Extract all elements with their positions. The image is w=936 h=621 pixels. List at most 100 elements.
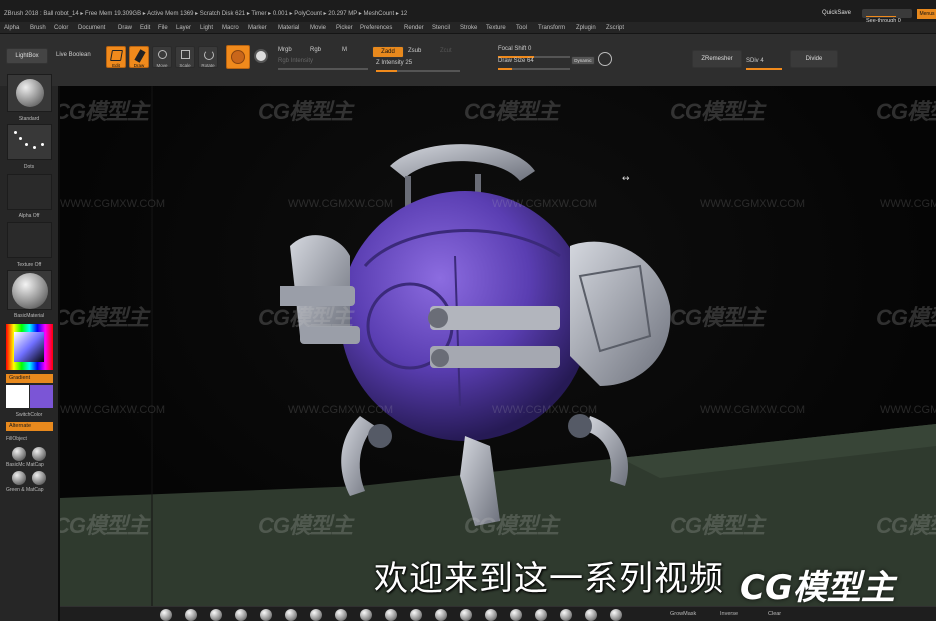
zadd-button[interactable]: Zadd bbox=[372, 46, 404, 58]
alpha-picker[interactable] bbox=[7, 174, 52, 210]
menu-item[interactable]: Macro bbox=[222, 25, 239, 31]
menu-item[interactable]: File bbox=[158, 25, 168, 31]
menu-item[interactable]: Texture bbox=[486, 25, 506, 31]
menu-item[interactable]: Brush bbox=[30, 25, 46, 31]
brush-label: Standard bbox=[18, 116, 40, 122]
matcap-sphere-icon[interactable] bbox=[12, 447, 26, 461]
menu-item[interactable]: Marker bbox=[248, 25, 267, 31]
see-through-slider[interactable]: See-through 0 bbox=[862, 9, 912, 24]
menu-item[interactable]: Light bbox=[200, 25, 213, 31]
matcap-sphere-icon[interactable] bbox=[32, 447, 46, 461]
brush-thumb-icon[interactable] bbox=[610, 609, 622, 621]
menu-item[interactable]: Tool bbox=[516, 25, 527, 31]
ball-robot-model[interactable] bbox=[280, 136, 700, 536]
brush-thumb-icon[interactable] bbox=[310, 609, 322, 621]
m-button[interactable]: M bbox=[342, 47, 347, 53]
material-sphere-icon bbox=[231, 50, 245, 64]
brush-thumb-icon[interactable] bbox=[360, 609, 372, 621]
menu-item[interactable]: Material bbox=[278, 25, 299, 31]
zsub-button[interactable]: Zsub bbox=[408, 48, 421, 54]
watermark-url: WWW.CGMXW.COM bbox=[288, 198, 394, 210]
draw-size-slider[interactable]: Draw Size 64 bbox=[498, 58, 570, 71]
menu-item[interactable]: Edit bbox=[140, 25, 150, 31]
gradient-toggle[interactable]: Gradient bbox=[6, 374, 53, 383]
sdiv-slider[interactable]: SDiv 4 bbox=[746, 58, 782, 71]
watermark-url: WWW.CGMXW.COM bbox=[60, 404, 166, 416]
menu-item[interactable]: Document bbox=[78, 25, 105, 31]
menu-item[interactable]: Zscript bbox=[606, 25, 624, 31]
secondary-color-swatch[interactable] bbox=[30, 385, 53, 408]
fill-object-button[interactable]: FillObject bbox=[0, 436, 58, 442]
edit-icon bbox=[110, 50, 123, 61]
clear-button[interactable]: Clear bbox=[768, 611, 781, 617]
color-picker[interactable] bbox=[6, 324, 53, 370]
brush-thumb-icon[interactable] bbox=[485, 609, 497, 621]
growmask-button[interactable]: GrowMask bbox=[670, 611, 696, 617]
brush-thumb-icon[interactable] bbox=[185, 609, 197, 621]
menus-button[interactable]: Menus bbox=[917, 9, 936, 19]
menu-item[interactable]: Layer bbox=[176, 25, 191, 31]
brush-thumb-icon[interactable] bbox=[285, 609, 297, 621]
brush-thumb-icon[interactable] bbox=[410, 609, 422, 621]
brush-thumb-icon[interactable] bbox=[260, 609, 272, 621]
zcut-button[interactable]: Zcut bbox=[440, 48, 452, 54]
stroke-picker[interactable] bbox=[7, 124, 52, 160]
matcap-sphere-icon[interactable] bbox=[32, 471, 46, 485]
dynamic-button[interactable]: Dynamic bbox=[571, 56, 595, 65]
scale-mode-button[interactable]: Scale bbox=[175, 46, 195, 68]
main-color-swatch[interactable] bbox=[6, 385, 29, 408]
menu-item[interactable]: Transform bbox=[538, 25, 565, 31]
brush-thumb-icon[interactable] bbox=[510, 609, 522, 621]
canvas-cursor-icon: ↔ bbox=[622, 174, 630, 184]
texture-picker[interactable] bbox=[7, 222, 52, 258]
brush-thumb-icon[interactable] bbox=[210, 609, 222, 621]
brush-picker[interactable] bbox=[7, 74, 52, 112]
menu-item[interactable]: Color bbox=[54, 25, 68, 31]
brush-thumb-icon[interactable] bbox=[535, 609, 547, 621]
brush-thumb-icon[interactable] bbox=[560, 609, 572, 621]
brush-thumb-icon[interactable] bbox=[585, 609, 597, 621]
menu-item[interactable]: Render bbox=[404, 25, 424, 31]
menu-item[interactable]: Preferences bbox=[360, 25, 392, 31]
move-mode-button[interactable]: Move bbox=[152, 46, 172, 68]
live-boolean-button[interactable]: Live Boolean bbox=[56, 52, 91, 58]
watermark: CG模型主 bbox=[258, 99, 353, 124]
menu-item[interactable]: Draw bbox=[118, 25, 132, 31]
brush-thumb-icon[interactable] bbox=[385, 609, 397, 621]
alternate-toggle[interactable]: Alternate bbox=[6, 422, 53, 431]
menu-item[interactable]: Zplugin bbox=[576, 25, 596, 31]
z-intensity-slider[interactable]: Z Intensity 25 bbox=[376, 60, 460, 73]
menu-item[interactable]: Picker bbox=[336, 25, 353, 31]
mrgb-button[interactable]: Mrgb bbox=[278, 47, 292, 53]
brush-thumb-icon[interactable] bbox=[435, 609, 447, 621]
zremesher-button[interactable]: ZRemesher bbox=[692, 50, 742, 68]
rgb-button[interactable]: Rgb bbox=[310, 47, 321, 53]
matcap-sphere-icon[interactable] bbox=[12, 471, 26, 485]
lightbox-button[interactable]: LightBox bbox=[6, 48, 48, 64]
texture-picker-icon[interactable] bbox=[254, 49, 268, 63]
material-picker-button[interactable] bbox=[226, 45, 250, 69]
window-title: ZBrush 2018 : Ball robot_14 ▸ Free Mem 1… bbox=[4, 11, 408, 17]
inverse-button[interactable]: Inverse bbox=[720, 611, 738, 617]
watermark: CG模型主 bbox=[876, 99, 936, 124]
watermark: CG模型主 bbox=[258, 513, 353, 538]
divide-button[interactable]: Divide bbox=[790, 50, 838, 68]
menu-item[interactable]: Stroke bbox=[460, 25, 477, 31]
switch-color-button[interactable]: SwitchColor bbox=[0, 412, 58, 418]
brush-thumb-icon[interactable] bbox=[460, 609, 472, 621]
brush-thumb-icon[interactable] bbox=[160, 609, 172, 621]
menu-item[interactable]: Stencil bbox=[432, 25, 450, 31]
material-picker[interactable] bbox=[7, 270, 52, 310]
canvas-viewport[interactable]: ↔ CG模型主 CG模型主 CG模型主 CG模型主 CG模型主 WWW.CGMX… bbox=[60, 86, 936, 606]
edit-mode-button[interactable]: Edit bbox=[106, 46, 126, 68]
menu-item[interactable]: Movie bbox=[310, 25, 326, 31]
rotate-mode-button[interactable]: Rotate bbox=[198, 46, 218, 68]
quicksave-button[interactable]: QuickSave bbox=[822, 10, 851, 16]
draw-mode-button[interactable]: Draw bbox=[129, 46, 149, 68]
brush-thumb-icon[interactable] bbox=[335, 609, 347, 621]
menu-item[interactable]: Alpha bbox=[4, 25, 19, 31]
brush-thumb-icon[interactable] bbox=[235, 609, 247, 621]
lazy-mouse-icon[interactable] bbox=[598, 52, 612, 66]
watermark: CG模型主 bbox=[670, 99, 765, 124]
rgb-intensity-slider[interactable]: Rgb Intensity bbox=[278, 58, 368, 71]
